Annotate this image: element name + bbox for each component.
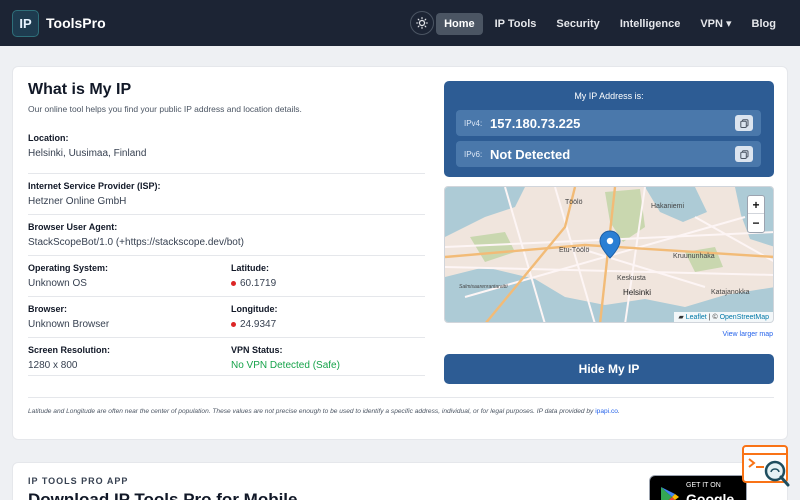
- google-play-button[interactable]: GET IT ON Google Play: [649, 475, 747, 500]
- attribution-separator: | ©: [706, 314, 720, 321]
- longitude-label: Longitude:: [231, 304, 278, 314]
- nav-blog[interactable]: Blog: [744, 13, 784, 35]
- browser-lon-row: Browser: Unknown Browser Longitude: 24.9…: [28, 297, 425, 338]
- user-agent-value: StackScopeBot/1.0 (+https://stackscope.d…: [28, 237, 244, 248]
- disclaimer-text: Latitude and Longitude are often near th…: [28, 408, 620, 415]
- ipv4-label: IPv4:: [464, 118, 483, 128]
- store-small-text: GET IT ON: [686, 482, 721, 489]
- browser-value: Unknown Browser: [28, 319, 110, 330]
- user-agent-label: Browser User Agent:: [28, 222, 118, 232]
- copy-icon: [739, 149, 748, 159]
- zoom-out-button[interactable]: −: [748, 214, 764, 232]
- ipapi-link[interactable]: ipapi.co: [595, 408, 618, 415]
- location-map[interactable]: Töölö Hakaniemi Etu-Töölö Kruununhaka Ke…: [444, 186, 774, 323]
- nav-home[interactable]: Home: [436, 12, 483, 35]
- sun-icon: [416, 17, 428, 29]
- ipv4-row: IPv4: 157.180.73.225: [456, 110, 761, 136]
- view-larger-map-link[interactable]: View larger map: [723, 331, 773, 338]
- app-download-card: IP TOOLS PRO APP Download IP Tools Pro f…: [12, 462, 788, 500]
- isp-label: Internet Service Provider (ISP):: [28, 181, 161, 191]
- ip-info-card: What is My IP Our online tool helps you …: [12, 66, 788, 440]
- os-lat-row: Operating System: Unknown OS Latitude: 6…: [28, 256, 425, 297]
- location-label: Location:: [28, 133, 69, 143]
- longitude-dot: [231, 321, 236, 327]
- nav-links: Home IP Tools Security Intelligence VPN …: [436, 12, 784, 35]
- theme-toggle-button[interactable]: [410, 11, 434, 35]
- browser-label: Browser:: [28, 304, 68, 314]
- latitude-value: 60.1719: [240, 278, 277, 289]
- ipv6-row: IPv6: Not Detected: [456, 141, 761, 167]
- nav-security[interactable]: Security: [548, 13, 607, 35]
- os-label: Operating System:: [28, 263, 109, 273]
- ipv6-value[interactable]: Not Detected: [490, 147, 735, 162]
- resolution-value: 1280 x 800: [28, 360, 78, 371]
- top-navbar: IP ToolsPro Home IP Tools Security Intel…: [0, 0, 800, 46]
- logo-mark[interactable]: IP: [12, 10, 39, 37]
- os-value: Unknown OS: [28, 278, 87, 289]
- location-row: Location: Helsinki, Uusimaa, Finland: [28, 133, 425, 174]
- copy-ipv6-button[interactable]: [735, 146, 753, 162]
- user-agent-row: Browser User Agent: StackScopeBot/1.0 (+…: [28, 215, 425, 256]
- floating-terminal-search-icon[interactable]: [742, 445, 792, 489]
- store-big-text: Google Play: [686, 491, 735, 500]
- disclaimer-end: .: [617, 408, 620, 415]
- app-title: Download IP Tools Pro for Mobile: [28, 490, 298, 500]
- map-attribution: ▰ Leaflet | © OpenStreetMap: [674, 312, 773, 322]
- isp-row: Internet Service Provider (ISP): Hetzner…: [28, 174, 425, 215]
- map-label-kruununhaka: Kruununhaka: [673, 253, 715, 260]
- openstreetmap-link[interactable]: OpenStreetMap: [720, 314, 769, 321]
- res-vpn-row: Screen Resolution: 1280 x 800 VPN Status…: [28, 338, 425, 376]
- map-zoom-controls: + −: [747, 195, 765, 233]
- resolution-label: Screen Resolution:: [28, 345, 111, 355]
- longitude-value: 24.9347: [240, 319, 277, 330]
- page-subtitle: Our online tool helps you find your publ…: [28, 104, 302, 114]
- app-kicker: IP TOOLS PRO APP: [28, 476, 129, 486]
- ipv6-label: IPv6:: [464, 149, 483, 159]
- hide-my-ip-button[interactable]: Hide My IP: [444, 354, 774, 384]
- latitude-dot: [231, 280, 236, 286]
- divider: [28, 397, 774, 398]
- brand-name[interactable]: ToolsPro: [46, 15, 106, 31]
- vpn-status-value: No VPN Detected (Safe): [231, 360, 340, 371]
- vpn-status-label: VPN Status:: [231, 345, 283, 355]
- map-label-toolo: Töölö: [565, 199, 583, 206]
- map-label-keskusta: Keskusta: [617, 275, 646, 282]
- map-label-etu-toolo: Etu-Töölö: [559, 247, 589, 254]
- latitude-label: Latitude:: [231, 263, 269, 273]
- ipv4-value[interactable]: 157.180.73.225: [490, 116, 735, 131]
- map-label-helsinki: Helsinki: [623, 288, 651, 297]
- copy-icon: [739, 118, 748, 128]
- flag-icon: ▰: [678, 314, 684, 321]
- zoom-in-button[interactable]: +: [748, 196, 764, 214]
- leaflet-link[interactable]: Leaflet: [686, 314, 707, 321]
- google-play-icon: [661, 487, 679, 500]
- location-value: Helsinki, Uusimaa, Finland: [28, 148, 147, 159]
- nav-intelligence[interactable]: Intelligence: [612, 13, 689, 35]
- map-label-hakaniemi: Hakaniemi: [651, 203, 685, 210]
- map-label-salmisaari: Salmisaarenrantaraitti: [459, 284, 509, 290]
- nav-vpn-dropdown[interactable]: VPN ▾: [692, 12, 739, 35]
- ip-panel-title: My IP Address is:: [574, 91, 644, 101]
- my-ip-panel: My IP Address is: IPv4: 157.180.73.225 I…: [444, 81, 774, 177]
- page-title: What is My IP: [28, 81, 132, 98]
- copy-ipv4-button[interactable]: [735, 115, 753, 131]
- disclaimer-body: Latitude and Longitude are often near th…: [28, 408, 594, 415]
- nav-ip-tools[interactable]: IP Tools: [487, 13, 545, 35]
- map-label-katajanokka: Katajanokka: [711, 289, 750, 296]
- map-tiles: Töölö Hakaniemi Etu-Töölö Kruununhaka Ke…: [445, 187, 773, 322]
- isp-value: Hetzner Online GmbH: [28, 196, 127, 207]
